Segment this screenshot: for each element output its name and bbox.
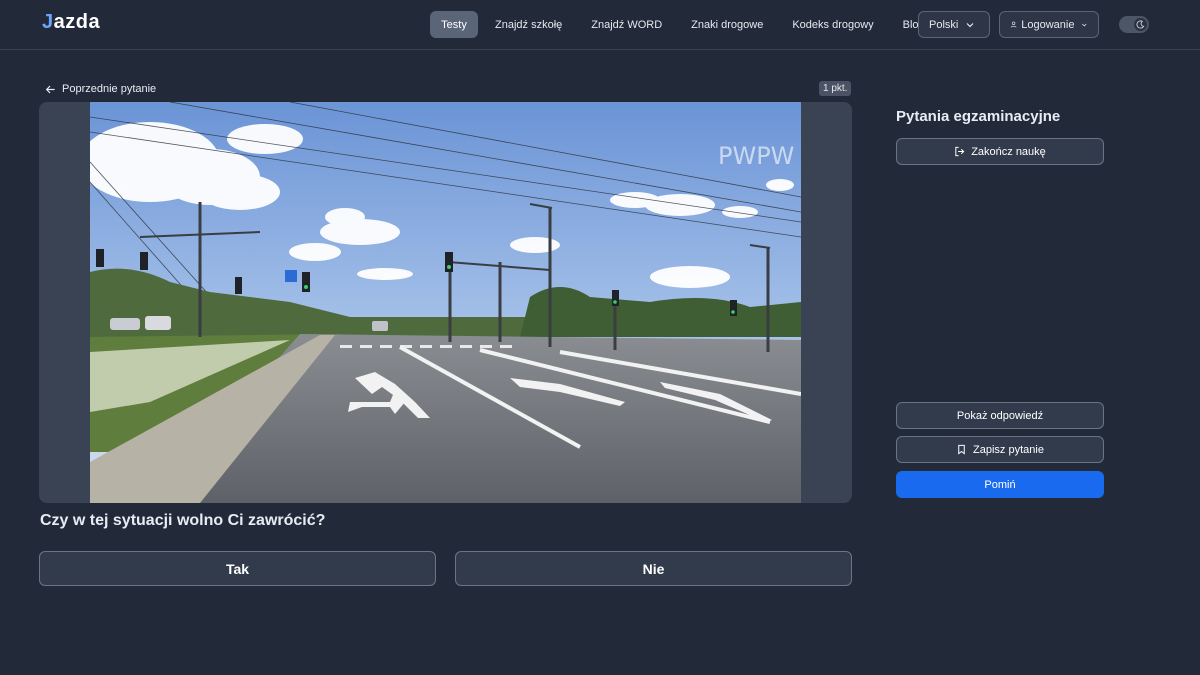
- chevron-down-icon: [966, 22, 974, 27]
- logout-icon: [955, 146, 965, 157]
- points-badge: 1 pkt.: [819, 81, 852, 96]
- answer-no-button[interactable]: Nie: [455, 551, 852, 586]
- language-label: Polski: [929, 18, 959, 31]
- arrow-left-icon: [45, 85, 55, 93]
- previous-question-link[interactable]: Poprzednie pytanie: [45, 82, 156, 96]
- question-media: PWPW: [39, 102, 852, 503]
- logo-mark: J: [42, 11, 54, 33]
- skip-button[interactable]: Pomiń: [896, 471, 1104, 498]
- nav-item-road-signs[interactable]: Znaki drogowe: [679, 11, 775, 38]
- nav-item-find-word[interactable]: Znajdź WORD: [579, 11, 674, 38]
- bookmark-icon: [958, 444, 965, 455]
- finish-learning-label: Zakończ naukę: [971, 145, 1046, 158]
- theme-toggle[interactable]: [1119, 16, 1149, 33]
- question-text: Czy w tej sytuacji wolno Ci zawrócić?: [40, 512, 326, 529]
- login-label: Logowanie: [1021, 18, 1075, 31]
- top-navbar: Jazda Testy Znajdź szkołę Znajdź WORD Zn…: [0, 0, 1200, 50]
- finish-learning-button[interactable]: Zakończ naukę: [896, 138, 1104, 165]
- nav-item-testy[interactable]: Testy: [430, 11, 478, 38]
- login-button[interactable]: Logowanie: [999, 11, 1099, 38]
- previous-question-label: Poprzednie pytanie: [62, 83, 157, 95]
- sidebar-title: Pytania egzaminacyjne: [896, 108, 1061, 125]
- moon-icon: [1134, 18, 1147, 31]
- road-photo: PWPW: [90, 102, 801, 503]
- save-question-label: Zapisz pytanie: [973, 443, 1044, 456]
- main-nav: Testy Znajdź szkołę Znajdź WORD Znaki dr…: [430, 11, 942, 38]
- logo[interactable]: Jazda: [42, 11, 100, 34]
- nav-item-traffic-code[interactable]: Kodeks drogowy: [780, 11, 885, 38]
- save-question-button[interactable]: Zapisz pytanie: [896, 436, 1104, 463]
- logo-text: azda: [53, 11, 101, 33]
- nav-item-find-school[interactable]: Znajdź szkołę: [483, 11, 574, 38]
- watermark-text: PWPW: [718, 142, 794, 170]
- show-answer-button[interactable]: Pokaż odpowiedź: [896, 402, 1104, 429]
- chevron-down-icon: [1082, 23, 1087, 27]
- user-icon: [1010, 21, 1017, 28]
- language-select[interactable]: Polski: [918, 11, 990, 38]
- answer-yes-button[interactable]: Tak: [39, 551, 436, 586]
